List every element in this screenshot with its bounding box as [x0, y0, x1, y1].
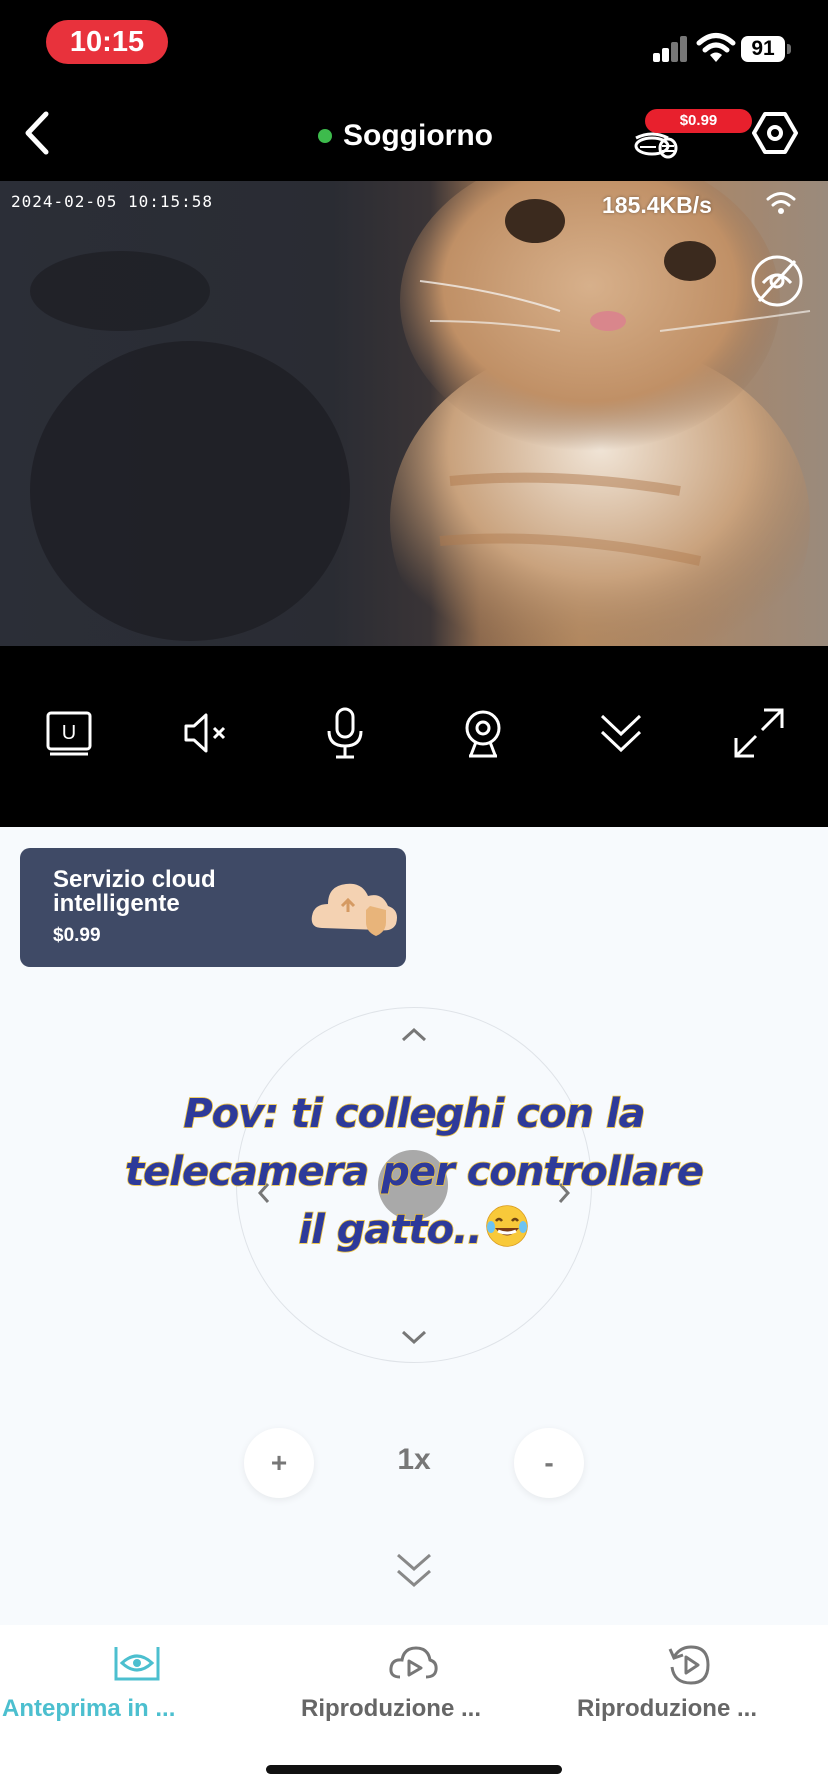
- u-stream-icon[interactable]: U: [42, 706, 96, 760]
- caption-line-1: Pov: ti colleghi con la: [183, 1090, 647, 1138]
- cloud-service-banner[interactable]: Servizio cloud intelligente $0.99: [20, 848, 406, 967]
- online-status-dot: [318, 129, 332, 143]
- mute-icon[interactable]: [180, 706, 234, 760]
- zoom-in-button[interactable]: +: [244, 1428, 314, 1498]
- tab-label-cloud-playback: Riproduzione ...: [301, 1695, 481, 1722]
- collapse-icon[interactable]: [594, 706, 648, 760]
- caption-line-3: il gatto..: [84, 1201, 744, 1259]
- battery-level: 91: [741, 36, 785, 62]
- zoom-level: 1x: [397, 1443, 431, 1476]
- price-badge[interactable]: $0.99: [645, 109, 752, 133]
- tab-label-local-playback: Riproduzione ...: [577, 1695, 757, 1722]
- svg-text:U: U: [62, 722, 76, 744]
- caption-line-2: telecamera per controllare: [124, 1148, 705, 1196]
- overlay-caption: Pov: ti colleghi con la telecamera per c…: [84, 1085, 744, 1259]
- cellular-signal-icon: [653, 36, 689, 62]
- home-indicator: [266, 1765, 562, 1774]
- cloud-play-icon: [389, 1646, 438, 1679]
- cat-video-frame: [30, 181, 811, 646]
- video-control-bar: U: [0, 646, 828, 827]
- eye-monitor-icon: [114, 1647, 160, 1681]
- tab-cloud-playback[interactable]: Riproduzione ...: [276, 1625, 552, 1745]
- tab-label-live: Anteprima in ...: [2, 1695, 176, 1722]
- live-video-feed[interactable]: 2024-02-05 10:15:58 185.4KB/s: [0, 181, 828, 646]
- cloud-banner-price: $0.99: [53, 925, 101, 946]
- tab-local-playback[interactable]: Riproduzione ...: [552, 1625, 828, 1745]
- fullscreen-icon[interactable]: [732, 706, 786, 760]
- video-timestamp: 2024-02-05 10:15:58: [11, 192, 214, 211]
- bitrate-readout: 185.4KB/s: [602, 192, 712, 218]
- wifi-status-icon: [696, 33, 736, 62]
- top-bar: 10:15 91 Soggiorno $0.99: [0, 0, 828, 181]
- camera-live-screen: 10:15 91 Soggiorno $0.99 2024-02-05 10:1…: [0, 0, 828, 1792]
- cloud-shield-icon: [311, 883, 397, 936]
- camera-icon[interactable]: [456, 706, 510, 760]
- tab-live-preview[interactable]: Anteprima in ...: [0, 1625, 276, 1745]
- status-time: 10:15: [46, 20, 168, 64]
- cloud-banner-title: Servizio cloud intelligente: [53, 866, 216, 917]
- settings-hexagon-icon[interactable]: [752, 110, 798, 156]
- battery-tip: [787, 44, 791, 54]
- video-wifi-icon: [766, 192, 796, 214]
- ptz-down-icon[interactable]: [397, 1326, 431, 1350]
- laughing-emoji-icon: [485, 1205, 528, 1247]
- device-title: Soggiorno: [318, 116, 493, 156]
- ptz-up-icon[interactable]: [397, 1022, 431, 1046]
- page-title: Soggiorno: [343, 119, 493, 152]
- zoom-out-button[interactable]: -: [514, 1428, 584, 1498]
- back-button[interactable]: [18, 108, 58, 158]
- replay-icon: [668, 1645, 710, 1685]
- microphone-icon[interactable]: [318, 706, 372, 760]
- expand-more-icon[interactable]: [394, 1551, 434, 1591]
- privacy-mode-icon[interactable]: [749, 253, 805, 309]
